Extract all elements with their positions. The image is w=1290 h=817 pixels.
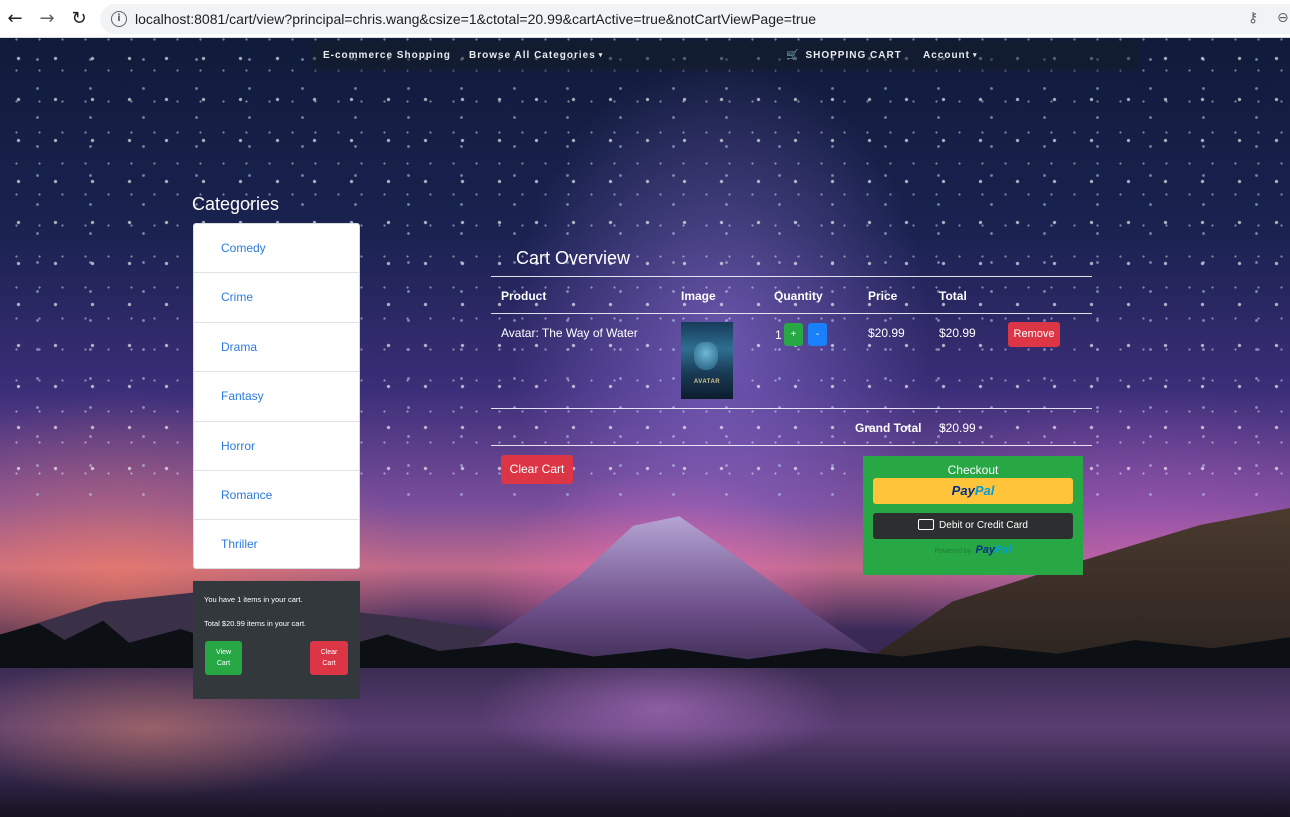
clear-cart-label-1: Clear <box>320 649 338 656</box>
header-quantity: Quantity <box>774 289 823 303</box>
quantity-value: 1 <box>775 328 782 342</box>
divider <box>491 445 1092 446</box>
checkout-title: Checkout <box>947 463 999 477</box>
top-navbar: E-commerce Shopping Browse All Categorie… <box>312 41 1138 71</box>
header-total: Total <box>939 289 967 303</box>
card-button-label: Debit or Credit Card <box>939 520 1028 531</box>
browse-categories-dropdown[interactable]: Browse All Categories ▾ <box>469 50 603 61</box>
header-image: Image <box>681 289 716 303</box>
forward-icon[interactable]: → <box>35 7 59 31</box>
clear-cart-button[interactable]: Clear Cart <box>501 455 573 484</box>
decrease-quantity-button[interactable]: - <box>808 323 827 346</box>
poster-face <box>694 342 718 370</box>
debit-credit-card-button[interactable]: Debit or Credit Card <box>873 513 1073 539</box>
paypal-logo-pay: Pay <box>975 544 996 556</box>
view-cart-label-2: Cart <box>216 660 231 667</box>
header-product: Product <box>501 289 547 303</box>
paypal-button[interactable]: PayPal <box>873 478 1073 504</box>
url-text[interactable]: localhost:8081/cart/view?principal=chris… <box>135 11 816 27</box>
divider <box>491 276 1092 277</box>
shopping-cart-label: SHOPPING CART <box>805 50 902 61</box>
paypal-logo-pal: Pal <box>995 544 1012 556</box>
grand-total-value: $20.99 <box>939 421 976 435</box>
caret-down-icon: ▾ <box>973 52 978 60</box>
powered-by-paypal: Powered by PayPal <box>863 544 1083 556</box>
caret-down-icon: ▾ <box>598 52 604 60</box>
increase-quantity-button[interactable]: + <box>784 323 803 346</box>
info-icon[interactable]: i <box>111 11 127 27</box>
categories-heading: Categories <box>192 194 280 214</box>
shopping-cart-link[interactable]: 🛒 SHOPPING CART <box>786 50 902 61</box>
category-crime[interactable]: Crime <box>194 273 359 323</box>
mini-clear-cart-button[interactable]: Clear Cart <box>310 641 348 675</box>
key-icon[interactable]: ⚷ <box>1248 10 1258 26</box>
cart-overview-title: Cart Overview <box>516 248 631 268</box>
product-name: Avatar: The Way of Water <box>501 326 638 340</box>
powered-by-text: Powered by <box>934 548 972 555</box>
view-cart-label-1: View <box>215 649 232 656</box>
paypal-logo-pal: Pal <box>974 483 995 498</box>
product-poster: AVATAR <box>681 322 733 399</box>
grand-total-label: Grand Total <box>855 421 922 435</box>
browse-label: Browse All Categories <box>469 50 596 61</box>
poster-title: AVATAR <box>693 379 721 385</box>
divider <box>491 313 1092 314</box>
categories-list: Comedy Crime Drama Fantasy Horror Romanc… <box>193 223 360 569</box>
address-bar[interactable]: i localhost:8081/cart/view?principal=chr… <box>100 4 1290 34</box>
category-fantasy[interactable]: Fantasy <box>194 372 359 422</box>
account-dropdown[interactable]: Account ▾ <box>923 50 978 61</box>
account-label: Account <box>923 50 970 61</box>
view-cart-button[interactable]: View Cart <box>205 641 242 675</box>
back-icon[interactable]: ← <box>3 7 27 31</box>
mini-cart-panel: You have 1 items in your cart. Total $20… <box>193 581 360 699</box>
brand-link[interactable]: E-commerce Shopping <box>323 50 451 61</box>
category-thriller[interactable]: Thriller <box>194 520 359 569</box>
reload-icon[interactable]: ↻ <box>67 7 91 31</box>
item-price: $20.99 <box>868 326 905 340</box>
remove-button[interactable]: Remove <box>1008 322 1060 347</box>
clear-cart-label-2: Cart <box>322 660 336 667</box>
cart-icon: 🛒 <box>786 50 800 61</box>
category-romance[interactable]: Romance <box>194 471 359 521</box>
zoom-icon[interactable]: ⊖ <box>1277 10 1289 26</box>
paypal-logo-pay: Pay <box>951 483 975 498</box>
credit-card-icon <box>918 518 935 530</box>
item-total: $20.99 <box>939 326 976 340</box>
header-price: Price <box>868 289 898 303</box>
divider <box>491 408 1092 409</box>
category-drama[interactable]: Drama <box>194 323 359 373</box>
checkout-panel: Checkout PayPal Debit or Credit Card Pow… <box>863 456 1083 575</box>
browser-toolbar: ← → ↻ i localhost:8081/cart/view?princip… <box>0 0 1290 38</box>
category-comedy[interactable]: Comedy <box>194 224 359 274</box>
cart-count-text: You have 1 items in your cart. <box>204 595 303 604</box>
category-horror[interactable]: Horror <box>194 422 359 471</box>
cart-total-text: Total $20.99 items in your cart. <box>204 619 307 628</box>
